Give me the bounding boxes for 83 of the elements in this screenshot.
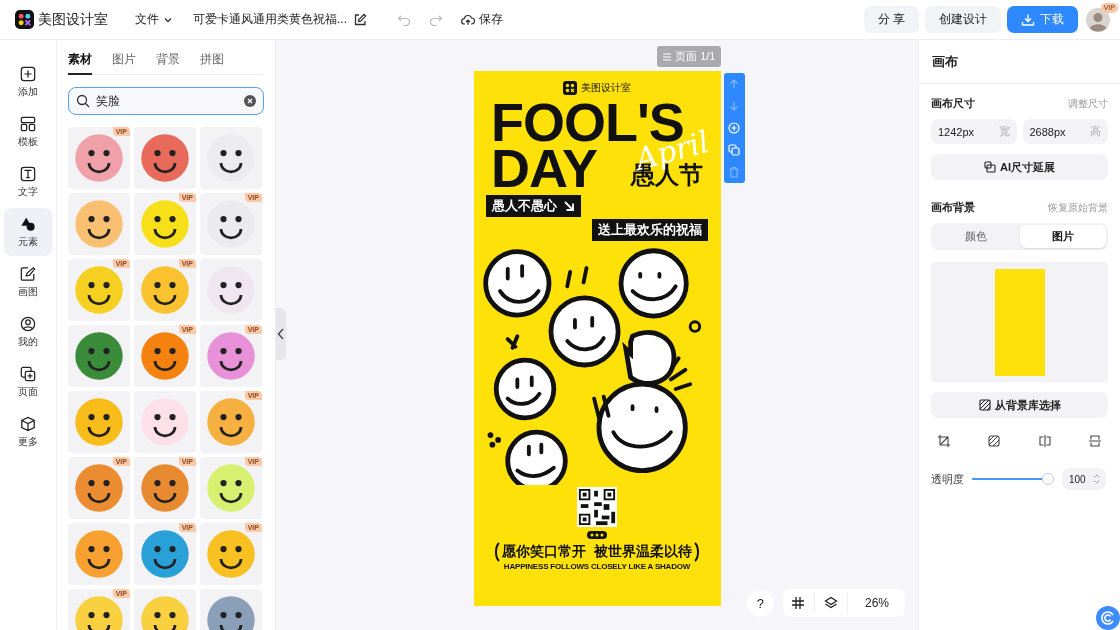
- panel-tab[interactable]: 图片: [112, 51, 136, 75]
- chevron-left-icon: [277, 328, 285, 340]
- sidebar-item[interactable]: 元素: [4, 208, 52, 256]
- opacity-field[interactable]: 100: [1062, 468, 1106, 490]
- layers-icon[interactable]: [823, 596, 838, 610]
- grid-icon[interactable]: [790, 596, 805, 610]
- collapse-handle[interactable]: [276, 308, 286, 360]
- help-button[interactable]: ?: [746, 589, 774, 617]
- tag-label: 送上最欢乐的祝福: [592, 219, 708, 241]
- height-field[interactable]: 2688px 高: [1022, 119, 1108, 144]
- search-icon: [76, 94, 90, 108]
- create-design-button[interactable]: 创建设计: [925, 6, 1001, 33]
- sidebar-item[interactable]: 画图: [4, 258, 52, 306]
- ai-resize-button[interactable]: AI尺寸延展: [931, 154, 1108, 180]
- qr-code-icon: [577, 487, 617, 527]
- segment-tab[interactable]: 颜色: [933, 225, 1020, 248]
- save-button[interactable]: 保存: [461, 11, 503, 28]
- sidebar-item-icon: [20, 65, 36, 82]
- pattern-icon: [978, 399, 991, 411]
- panel-tab[interactable]: 拼图: [200, 51, 224, 75]
- pattern-icon[interactable]: [987, 434, 1002, 448]
- brand-name: 美图设计室: [581, 81, 631, 95]
- flip-vertical-icon[interactable]: [1088, 434, 1102, 448]
- poster-slogan: 愿你笑口常开 被世界温柔以待: [502, 543, 692, 561]
- add-page-icon[interactable]: [728, 122, 740, 134]
- sidebar-item[interactable]: 页面: [4, 358, 52, 406]
- app-logo-icon: [15, 10, 34, 29]
- clear-icon[interactable]: [244, 95, 256, 107]
- sidebar-item-icon: [20, 365, 36, 382]
- document-title[interactable]: 可爱卡通风通用类黄色祝福...: [193, 11, 347, 28]
- sidebar-item-icon: [20, 415, 36, 432]
- crop-icon[interactable]: [937, 434, 951, 448]
- panel-tab[interactable]: 背景: [156, 51, 180, 75]
- sticker-thumbnail[interactable]: [200, 127, 262, 189]
- zoom-level[interactable]: 26%: [856, 596, 897, 610]
- edit-icon[interactable]: [353, 12, 367, 27]
- stepper-icon: [1093, 473, 1101, 485]
- sidebar-item-icon: [20, 215, 36, 232]
- sticker-thumbnail[interactable]: [68, 391, 130, 453]
- poster[interactable]: 美图设计室 FOOL'S DAY 愚人节 April 愚人不愚心 送上最欢乐的祝福 愿你笑口常开 被世界温柔以待 HAPPINESS FOLLOWS CLOSELY LIKE A SHADOW: [473, 71, 721, 606]
- bracket-icon: [494, 542, 501, 562]
- sticker-thumbnail[interactable]: [68, 523, 130, 585]
- background-library-button[interactable]: 从背景库选择: [931, 392, 1108, 418]
- arrow-icon: [563, 200, 575, 212]
- poster-headline: DAY: [491, 145, 598, 191]
- file-menu[interactable]: 文件: [135, 11, 173, 28]
- list-icon: [662, 51, 673, 62]
- section-label: 画布尺寸: [931, 96, 975, 111]
- dots-pill-icon: [587, 531, 607, 539]
- sticker-thumbnail[interactable]: [68, 325, 130, 387]
- cloud-icon: [461, 12, 475, 27]
- resize-icon: [984, 161, 996, 173]
- brand-logo-icon: [563, 81, 577, 95]
- duplicate-icon[interactable]: [728, 144, 740, 156]
- poster-subline: HAPPINESS FOLLOWS CLOSELY LIKE A SHADOW: [503, 562, 691, 571]
- sidebar-item-icon: [20, 115, 36, 132]
- width-field[interactable]: 1242px 宽: [931, 119, 1017, 144]
- share-button[interactable]: 分 享: [863, 6, 919, 33]
- bracket-icon: [693, 542, 700, 562]
- sticker-thumbnail[interactable]: [200, 259, 262, 321]
- download-icon: [1021, 12, 1035, 27]
- tag-text: 愚人不愚心: [492, 197, 557, 215]
- search-input[interactable]: 笑脸: [96, 94, 238, 108]
- sticker-thumbnail[interactable]: [134, 391, 196, 453]
- panel-title: 画布: [919, 40, 1120, 84]
- sidebar-item-icon: [20, 165, 36, 182]
- assistant-icon[interactable]: [1096, 606, 1120, 630]
- sidebar-item-icon: [20, 265, 36, 282]
- app-name: 美图设计室: [38, 10, 108, 29]
- sidebar-item[interactable]: 更多: [4, 408, 52, 456]
- sidebar-item[interactable]: 我的: [4, 308, 52, 356]
- search-field[interactable]: 笑脸: [68, 87, 264, 115]
- flip-horizontal-icon[interactable]: [1037, 434, 1052, 448]
- sticker-thumbnail[interactable]: [134, 127, 196, 189]
- sidebar-item[interactable]: 添加: [4, 58, 52, 106]
- opacity-label: 透明度: [931, 471, 964, 487]
- section-label: 画布背景: [931, 200, 975, 215]
- sticker-thumbnail[interactable]: [68, 193, 130, 255]
- panel-tab[interactable]: 素材: [68, 51, 92, 75]
- sidebar-item[interactable]: 文字: [4, 158, 52, 206]
- segment-tab[interactable]: 图片: [1019, 225, 1106, 248]
- sidebar-item[interactable]: 模板: [4, 108, 52, 156]
- sidebar-item-icon: [20, 315, 36, 332]
